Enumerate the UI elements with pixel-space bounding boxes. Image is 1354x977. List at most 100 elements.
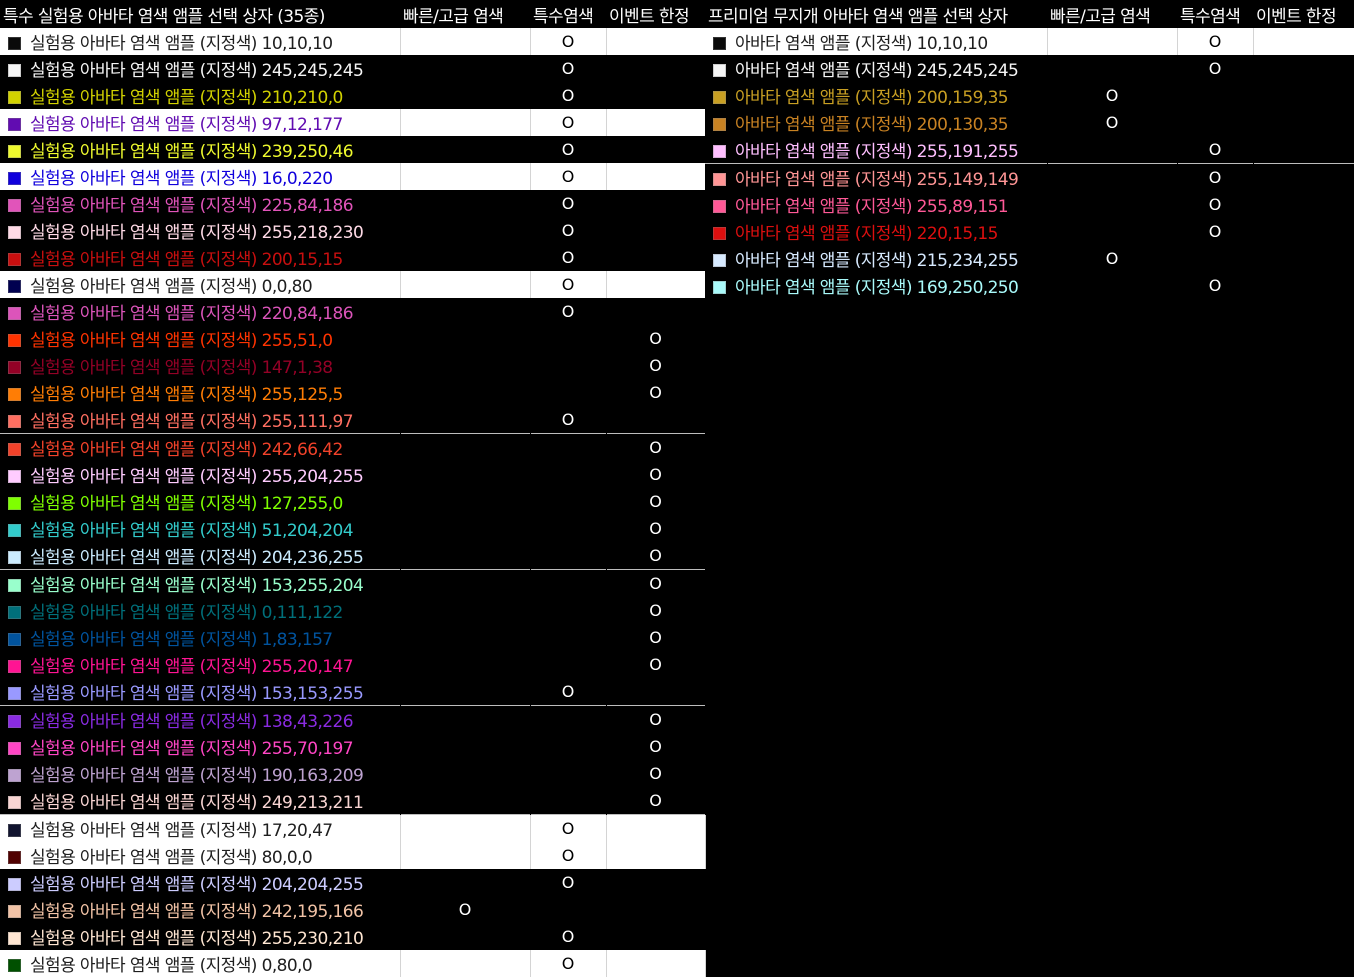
event-only-mark bbox=[1253, 136, 1354, 164]
ampoule-name: 아바타 염색 앰플 (지정색) 169,250,250 bbox=[735, 278, 1019, 298]
special-dye-mark: O bbox=[530, 28, 607, 55]
ampoule-name-cell: 실험용 아바타 염색 앰플 (지정색) 190,163,209 bbox=[0, 760, 400, 787]
table-row: 아바타 염색 앰플 (지정색) 200,159,35 O bbox=[705, 82, 1354, 109]
ampoule-name: 실험용 아바타 염색 앰플 (지정색) 138,43,226 bbox=[30, 712, 354, 732]
table-row: 실험용 아바타 염색 앰플 (지정색) 16,0,220 O bbox=[0, 163, 706, 190]
ampoule-name-cell: 실험용 아바타 염색 앰플 (지정색) 153,255,204 bbox=[0, 569, 400, 597]
ampoule-name: 실험용 아바타 염색 앰플 (지정색) 153,255,204 bbox=[30, 576, 364, 596]
color-swatch-icon bbox=[8, 769, 21, 782]
color-swatch-icon bbox=[8, 551, 21, 564]
ampoule-name: 실험용 아바타 염색 앰플 (지정색) 255,51,0 bbox=[30, 331, 333, 351]
fast-dye-mark bbox=[400, 651, 530, 678]
fast-dye-mark bbox=[400, 244, 530, 271]
special-dye-mark: O bbox=[530, 869, 606, 896]
color-swatch-icon bbox=[8, 145, 21, 158]
table-row: 실험용 아바타 염색 앰플 (지정색) 210,210,0 O bbox=[0, 82, 705, 109]
special-dye-mark: O bbox=[530, 298, 606, 325]
color-swatch-icon bbox=[713, 118, 726, 131]
color-swatch-icon bbox=[8, 64, 21, 77]
color-swatch-icon bbox=[8, 172, 21, 185]
fast-dye-mark: O bbox=[1047, 109, 1177, 136]
table-row: 아바타 염색 앰플 (지정색) 245,245,245 O bbox=[705, 55, 1354, 82]
fast-dye-mark bbox=[400, 190, 530, 217]
special-dye-mark bbox=[530, 787, 606, 815]
header-fast-dye: 빠른/고급 염색 bbox=[1047, 0, 1177, 28]
event-only-mark bbox=[1253, 55, 1354, 82]
color-swatch-icon bbox=[8, 199, 21, 212]
table-row: 실험용 아바타 염색 앰플 (지정색) 51,204,204 O bbox=[0, 515, 705, 542]
ampoule-name-cell: 아바타 염색 앰플 (지정색) 215,234,255 bbox=[705, 245, 1047, 272]
special-dye-mark: O bbox=[530, 109, 607, 136]
fast-dye-mark: O bbox=[400, 896, 530, 923]
event-only-mark: O bbox=[606, 433, 705, 461]
fast-dye-mark bbox=[400, 705, 530, 733]
premium-rainbow-ampoule-table: 프리미엄 무지개 아바타 염색 앰플 선택 상자 빠른/고급 염색 특수염색 이… bbox=[705, 0, 1354, 299]
ampoule-name: 실험용 아바타 염색 앰플 (지정색) 255,204,255 bbox=[30, 467, 364, 487]
header-special-dye: 특수염색 bbox=[1177, 0, 1253, 28]
ampoule-name-cell: 실험용 아바타 염색 앰플 (지정색) 255,125,5 bbox=[0, 379, 400, 406]
ampoule-name: 실험용 아바타 염색 앰플 (지정색) 0,111,122 bbox=[30, 603, 343, 623]
fast-dye-mark bbox=[400, 461, 530, 488]
special-ampoule-table: 특수 실험용 아바타 염색 앰플 선택 상자 (35종) 빠른/고급 염색 특수… bbox=[0, 0, 706, 977]
color-swatch-icon bbox=[8, 687, 21, 700]
fast-dye-mark: O bbox=[1047, 245, 1177, 272]
fast-dye-mark bbox=[400, 325, 530, 352]
ampoule-name: 실험용 아바타 염색 앰플 (지정색) 220,84,186 bbox=[30, 304, 354, 324]
color-swatch-icon bbox=[8, 415, 21, 428]
event-only-mark bbox=[1253, 218, 1354, 245]
color-swatch-icon bbox=[713, 173, 726, 186]
color-swatch-icon bbox=[8, 959, 21, 972]
ampoule-name: 실험용 아바타 염색 앰플 (지정색) 17,20,47 bbox=[30, 821, 333, 841]
ampoule-name-cell: 실험용 아바타 염색 앰플 (지정색) 147,1,38 bbox=[0, 352, 400, 379]
ampoule-name: 아바타 염색 앰플 (지정색) 10,10,10 bbox=[735, 34, 988, 54]
color-swatch-icon bbox=[713, 227, 726, 240]
table-row: 실험용 아바타 염색 앰플 (지정색) 220,84,186 O bbox=[0, 298, 705, 325]
table-row: 실험용 아바타 염색 앰플 (지정색) 0,0,80 O bbox=[0, 271, 706, 298]
color-swatch-icon bbox=[713, 254, 726, 267]
color-swatch-icon bbox=[8, 905, 21, 918]
ampoule-name-cell: 실험용 아바타 염색 앰플 (지정색) 255,204,255 bbox=[0, 461, 400, 488]
color-swatch-icon bbox=[8, 633, 21, 646]
ampoule-name: 실험용 아바타 염색 앰플 (지정색) 10,10,10 bbox=[30, 34, 333, 54]
ampoule-name: 실험용 아바타 염색 앰플 (지정색) 147,1,38 bbox=[30, 358, 333, 378]
color-swatch-icon bbox=[713, 145, 726, 158]
special-dye-mark bbox=[530, 705, 606, 733]
event-only-mark bbox=[606, 163, 706, 190]
color-swatch-icon bbox=[8, 579, 21, 592]
ampoule-name-cell: 실험용 아바타 염색 앰플 (지정색) 242,66,42 bbox=[0, 433, 400, 461]
ampoule-name-cell: 실험용 아바타 염색 앰플 (지정색) 204,204,255 bbox=[0, 869, 400, 896]
special-dye-mark: O bbox=[1177, 55, 1253, 82]
event-only-mark bbox=[606, 678, 705, 706]
ampoule-name: 실험용 아바타 염색 앰플 (지정색) 255,70,197 bbox=[30, 739, 354, 759]
fast-dye-mark bbox=[400, 569, 530, 597]
ampoule-name: 실험용 아바타 염색 앰플 (지정색) 249,213,211 bbox=[30, 793, 364, 813]
special-dye-mark bbox=[1177, 245, 1253, 272]
table-row: 실험용 아바타 염색 앰플 (지정색) 153,153,255 O bbox=[0, 678, 705, 706]
fast-dye-mark bbox=[400, 814, 531, 842]
fast-dye-mark: O bbox=[1047, 82, 1177, 109]
fast-dye-mark bbox=[400, 678, 530, 706]
special-dye-mark: O bbox=[1177, 191, 1253, 218]
ampoule-name-cell: 실험용 아바타 염색 앰플 (지정색) 138,43,226 bbox=[0, 705, 400, 733]
ampoule-name-cell: 아바타 염색 앰플 (지정색) 255,191,255 bbox=[705, 136, 1047, 164]
ampoule-name-cell: 실험용 아바타 염색 앰플 (지정색) 16,0,220 bbox=[0, 163, 401, 190]
fast-dye-mark bbox=[400, 136, 530, 163]
fast-dye-mark bbox=[400, 163, 531, 190]
ampoule-name: 아바타 염색 앰플 (지정색) 255,149,149 bbox=[735, 170, 1019, 190]
ampoule-name-cell: 아바타 염색 앰플 (지정색) 200,130,35 bbox=[705, 109, 1047, 136]
ampoule-name: 실험용 아바타 염색 앰플 (지정색) 225,84,186 bbox=[30, 196, 354, 216]
table-row: 실험용 아바타 염색 앰플 (지정색) 255,125,5 O bbox=[0, 379, 705, 406]
special-dye-mark: O bbox=[530, 244, 606, 271]
ampoule-name-cell: 실험용 아바타 염색 앰플 (지정색) 249,213,211 bbox=[0, 787, 400, 815]
ampoule-name: 실험용 아바타 염색 앰플 (지정색) 239,250,46 bbox=[30, 142, 354, 162]
event-only-mark bbox=[606, 814, 706, 842]
fast-dye-mark bbox=[400, 82, 530, 109]
event-only-mark bbox=[606, 406, 705, 434]
ampoule-name: 실험용 아바타 염색 앰플 (지정색) 242,195,166 bbox=[30, 902, 364, 922]
ampoule-name-cell: 실험용 아바타 염색 앰플 (지정색) 0,111,122 bbox=[0, 597, 400, 624]
color-swatch-icon bbox=[8, 118, 21, 131]
fast-dye-mark bbox=[400, 352, 530, 379]
ampoule-name: 실험용 아바타 염색 앰플 (지정색) 245,245,245 bbox=[30, 61, 364, 81]
ampoule-name-cell: 실험용 아바타 염색 앰플 (지정색) 220,84,186 bbox=[0, 298, 400, 325]
color-swatch-icon bbox=[8, 715, 21, 728]
